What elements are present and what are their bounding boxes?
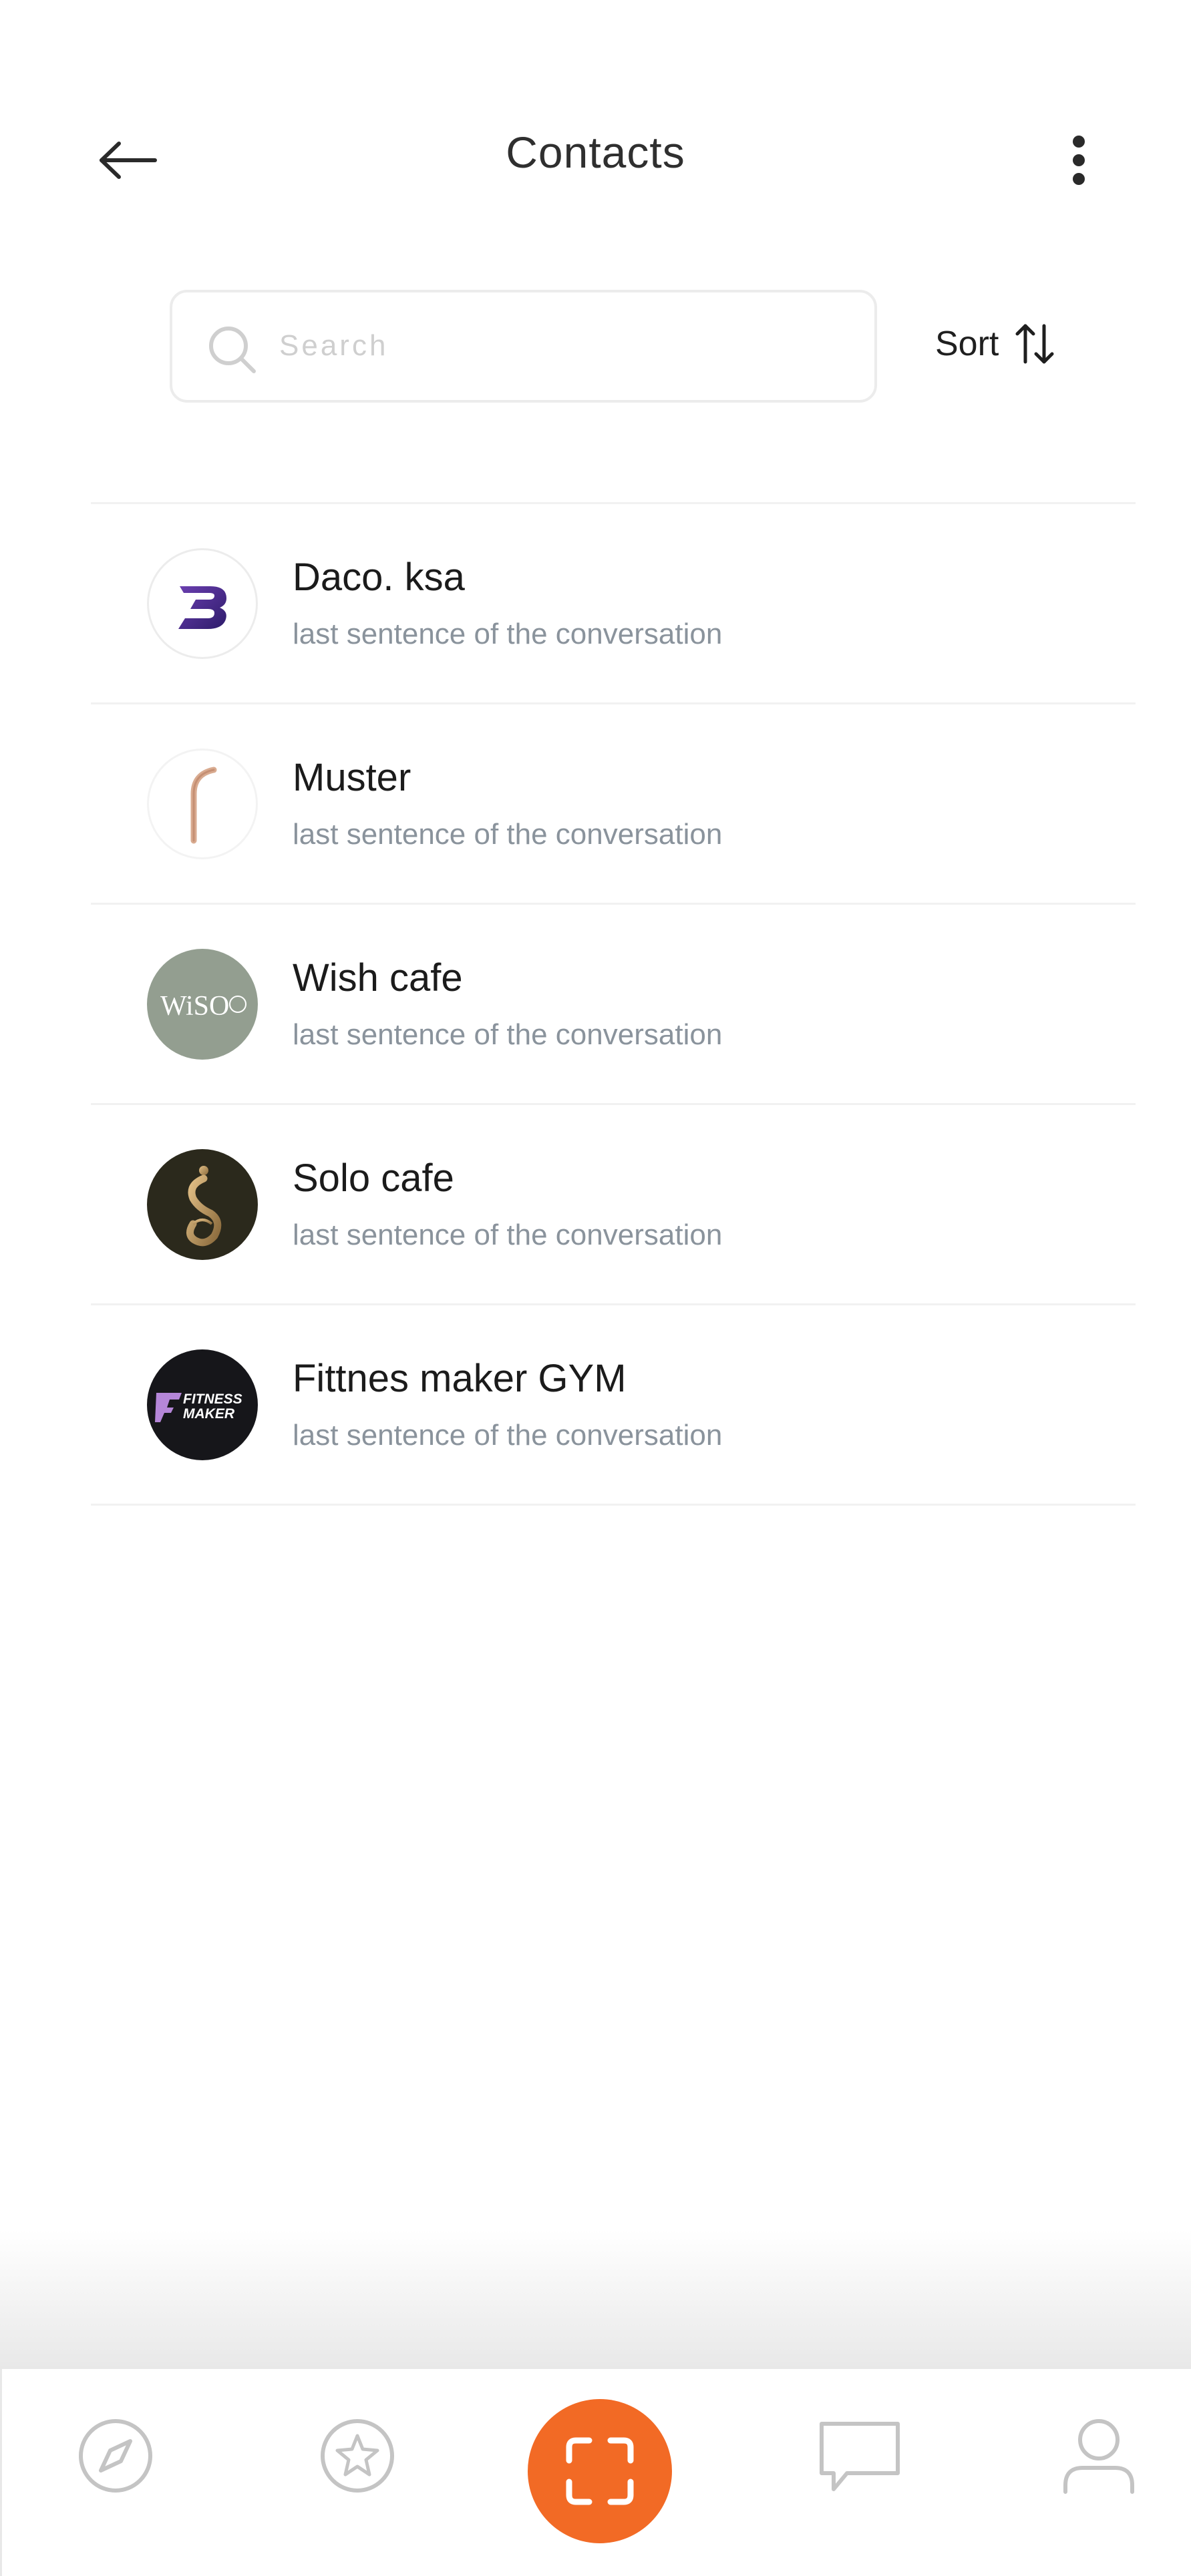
fitness-maker-logo-icon: FITNESS MAKER bbox=[155, 1391, 242, 1422]
avatar: WiSO bbox=[147, 949, 258, 1060]
search-input[interactable] bbox=[279, 312, 854, 379]
sort-arrows-icon bbox=[1015, 324, 1054, 364]
contact-last-message: last sentence of the conversation bbox=[293, 618, 723, 650]
contact-item[interactable]: FITNESS MAKER Fittnes maker GYM last sen… bbox=[91, 1305, 1136, 1506]
scan-button[interactable] bbox=[528, 2399, 672, 2543]
bottom-navigation bbox=[0, 2369, 1191, 2576]
contact-name: Solo cafe bbox=[293, 1156, 454, 1200]
app-header: Contacts bbox=[0, 0, 1191, 200]
chat-icon bbox=[820, 2422, 900, 2491]
search-icon bbox=[209, 327, 256, 373]
contact-last-message: last sentence of the conversation bbox=[293, 1419, 723, 1452]
star-icon bbox=[321, 2419, 394, 2493]
more-options-button[interactable] bbox=[1049, 130, 1109, 190]
avatar bbox=[147, 748, 258, 859]
contact-item[interactable]: WiSO Wish cafe last sentence of the conv… bbox=[91, 905, 1136, 1105]
nav-messages[interactable] bbox=[813, 2409, 906, 2503]
bottom-shadow bbox=[0, 2230, 1191, 2370]
daco-logo-icon bbox=[178, 586, 226, 629]
contact-item[interactable]: Solo cafe last sentence of the conversat… bbox=[91, 1105, 1136, 1305]
page-title: Contacts bbox=[506, 128, 685, 177]
nav-favorites[interactable] bbox=[311, 2409, 404, 2503]
solo-cafe-logo-icon bbox=[186, 1166, 222, 1247]
scan-icon bbox=[566, 2437, 634, 2505]
profile-icon bbox=[1063, 2419, 1134, 2494]
contact-name: Muster bbox=[293, 756, 411, 799]
avatar: FITNESS MAKER bbox=[147, 1349, 258, 1460]
svg-text:WiSO: WiSO bbox=[160, 991, 229, 1022]
contact-item[interactable]: Daco. ksa last sentence of the conversat… bbox=[91, 504, 1136, 704]
contact-last-message: last sentence of the conversation bbox=[293, 818, 723, 851]
contact-name: Fittnes maker GYM bbox=[293, 1357, 627, 1400]
svg-text:FITNESS: FITNESS bbox=[183, 1391, 242, 1407]
contacts-screen: Contacts Sort bbox=[0, 0, 1191, 2576]
sort-label: Sort bbox=[935, 325, 999, 363]
search-box[interactable] bbox=[170, 290, 877, 403]
nav-profile[interactable] bbox=[1052, 2409, 1146, 2503]
nav-explore[interactable] bbox=[69, 2409, 162, 2503]
avatar bbox=[147, 548, 258, 659]
more-vertical-icon bbox=[1073, 136, 1085, 185]
wish-cafe-logo-icon: WiSO bbox=[160, 991, 246, 1022]
svg-text:MAKER: MAKER bbox=[183, 1406, 235, 1422]
contact-list: Daco. ksa last sentence of the conversat… bbox=[91, 502, 1136, 1506]
contact-last-message: last sentence of the conversation bbox=[293, 1018, 723, 1051]
contact-name: Wish cafe bbox=[293, 956, 463, 1000]
contact-item[interactable]: Muster last sentence of the conversation bbox=[91, 704, 1136, 905]
muster-logo-icon bbox=[190, 767, 217, 844]
avatar bbox=[147, 1149, 258, 1260]
contact-last-message: last sentence of the conversation bbox=[293, 1219, 723, 1251]
contact-name: Daco. ksa bbox=[293, 556, 465, 599]
sort-button[interactable]: Sort bbox=[935, 307, 1056, 381]
compass-icon bbox=[79, 2419, 152, 2493]
